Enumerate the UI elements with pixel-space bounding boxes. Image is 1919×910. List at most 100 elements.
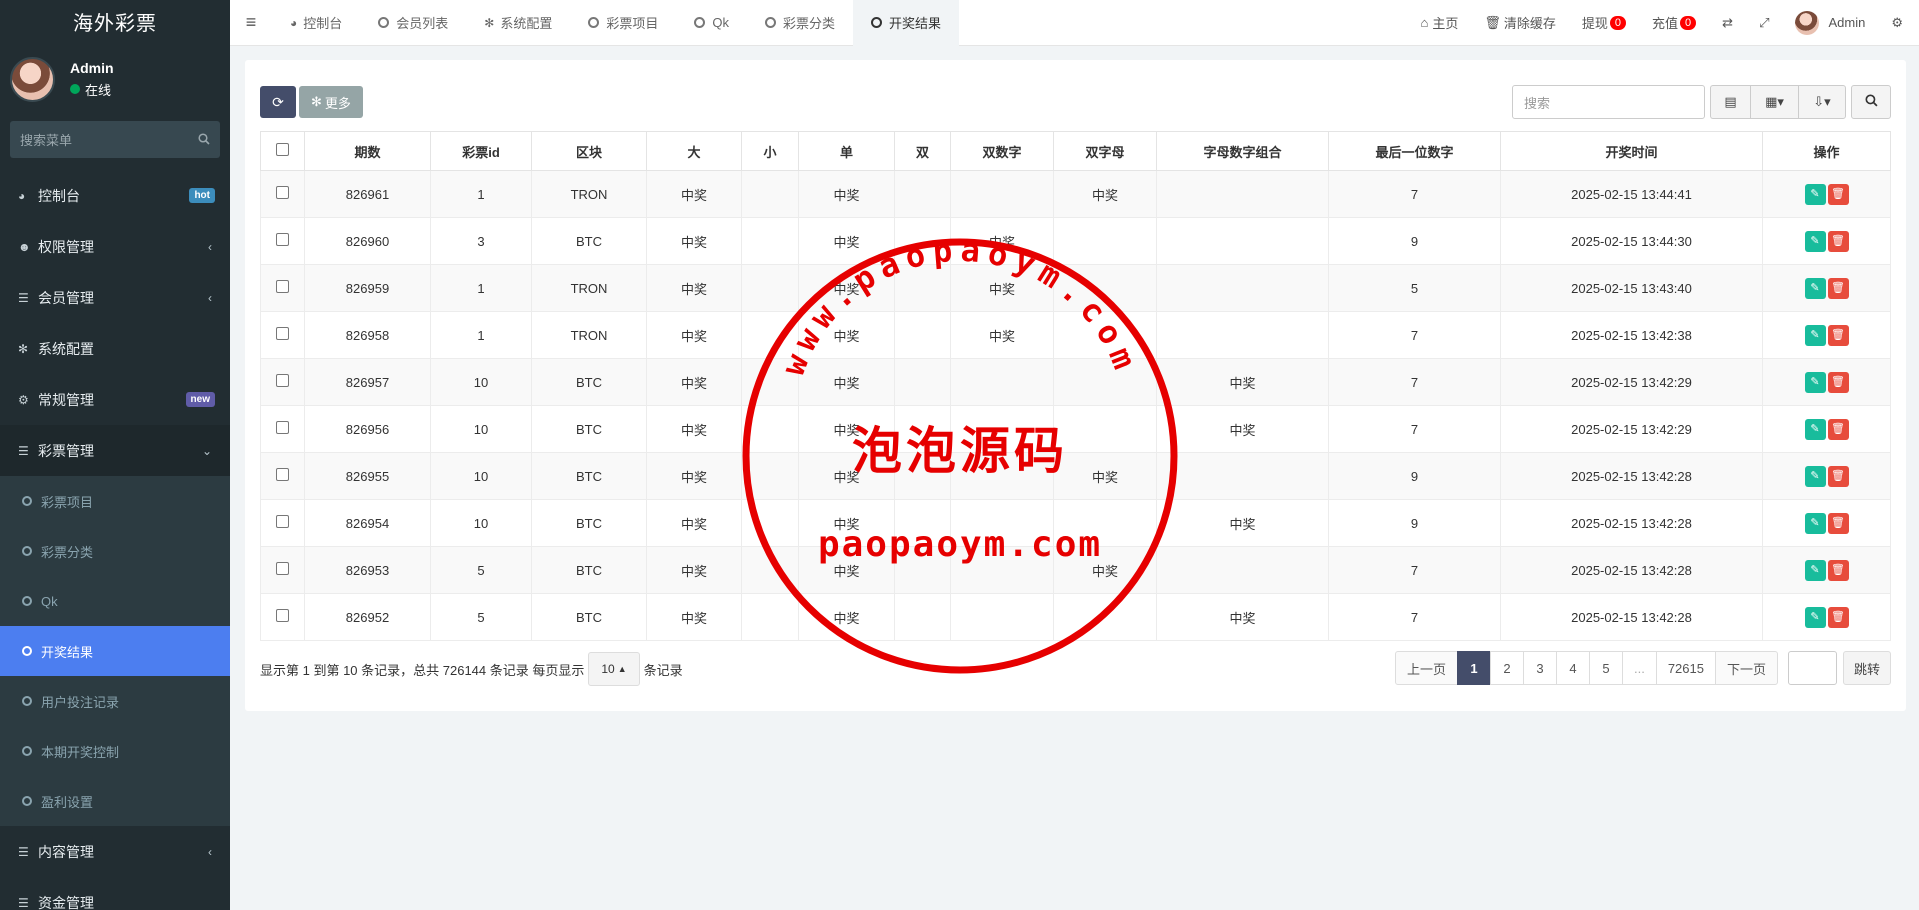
sidebar-item-members[interactable]: ☰ 会员管理 ‹ (0, 272, 230, 323)
table-row[interactable]: 826958 1 TRON 中奖 中奖 中奖 7 2025-02-15 13:42:38 ✎ 🗑 (260, 311, 1891, 359)
delete-button[interactable]: 🗑 (1827, 559, 1849, 581)
page-button[interactable]: 4 (1555, 651, 1590, 685)
row-checkbox[interactable] (276, 233, 289, 246)
row-select-cell[interactable] (260, 311, 305, 359)
col-draw-time[interactable]: 开奖时间 (1500, 131, 1763, 171)
col-lottery-id[interactable]: 彩票id (430, 131, 532, 171)
prev-page-button[interactable]: 上一页 (1394, 651, 1458, 685)
table-row[interactable]: 826954 10 BTC 中奖 中奖 中奖 9 2025-02-15 13:42:28 ✎ 🗑 (260, 499, 1891, 547)
sidebar-item-dashboard[interactable]: ◕ 控制台 hot (0, 170, 230, 221)
page-button[interactable]: 3 (1522, 651, 1557, 685)
col-big[interactable]: 大 (646, 131, 742, 171)
row-checkbox[interactable] (276, 609, 289, 622)
jump-page-input[interactable] (1787, 651, 1837, 685)
columns-button[interactable]: ▦▾ (1750, 85, 1798, 119)
edit-button[interactable]: ✎ (1804, 559, 1826, 581)
sidebar-subitem-lottery-categories[interactable]: 彩票分类 (0, 526, 230, 576)
edit-button[interactable]: ✎ (1804, 277, 1826, 299)
user-menu[interactable]: Admin (1782, 10, 1878, 35)
page-button[interactable]: 72615 (1655, 651, 1716, 685)
row-select-cell[interactable] (260, 358, 305, 406)
sidebar-subitem-lottery-projects[interactable]: 彩票项目 (0, 476, 230, 526)
select-all-checkbox[interactable] (276, 143, 289, 156)
page-button[interactable]: 1 (1456, 651, 1491, 685)
tab-draw-results[interactable]: 开奖结果 (853, 0, 960, 46)
sidebar-subitem-bet-records[interactable]: 用户投注记录 (0, 676, 230, 726)
sidebar-item-system-config[interactable]: ✻ 系统配置 (0, 323, 230, 374)
row-checkbox[interactable] (276, 515, 289, 528)
col-double-letter[interactable]: 双字母 (1053, 131, 1157, 171)
table-row[interactable]: 826952 5 BTC 中奖 中奖 中奖 7 2025-02-15 13:42:28 ✎ 🗑 (260, 593, 1891, 641)
row-select-cell[interactable] (260, 546, 305, 594)
row-checkbox[interactable] (276, 280, 289, 293)
export-button[interactable]: ⇩▾ (1798, 85, 1846, 119)
toggle-view-button[interactable]: ▤ (1710, 85, 1750, 119)
sidebar-item-funds[interactable]: ☰ 资金管理 (0, 877, 230, 910)
page-button[interactable]: 2 (1489, 651, 1524, 685)
sidebar-item-content[interactable]: ☰ 内容管理 ‹ (0, 826, 230, 877)
delete-button[interactable]: 🗑 (1827, 512, 1849, 534)
delete-button[interactable]: 🗑 (1827, 324, 1849, 346)
menu-toggle-icon[interactable]: ≡ (230, 12, 272, 33)
more-button[interactable]: ✻ 更多 (299, 86, 363, 118)
settings-icon[interactable]: ⚙ (1878, 15, 1919, 31)
home-link[interactable]: ⌂ 主页 (1407, 13, 1471, 32)
row-select-cell[interactable] (260, 170, 305, 218)
row-select-cell[interactable] (260, 499, 305, 547)
table-row[interactable]: 826955 10 BTC 中奖 中奖 中奖 9 2025-02-15 13:42:28 ✎ 🗑 (260, 452, 1891, 500)
language-icon[interactable]: ⇄ (1709, 15, 1746, 31)
delete-button[interactable]: 🗑 (1827, 465, 1849, 487)
col-odd[interactable]: 单 (798, 131, 895, 171)
col-last-digit[interactable]: 最后一位数字 (1328, 131, 1501, 171)
edit-button[interactable]: ✎ (1804, 606, 1826, 628)
edit-button[interactable]: ✎ (1804, 512, 1826, 534)
row-checkbox[interactable] (276, 562, 289, 575)
sidebar-item-permissions[interactable]: ☻ 权限管理 ‹ (0, 221, 230, 272)
table-row[interactable]: 826957 10 BTC 中奖 中奖 中奖 7 2025-02-15 13:42:29 ✎ 🗑 (260, 358, 1891, 406)
row-checkbox[interactable] (276, 421, 289, 434)
tab-system-config[interactable]: ✻ 系统配置 (466, 0, 570, 46)
col-period[interactable]: 期数 (304, 131, 431, 171)
table-row[interactable]: 826959 1 TRON 中奖 中奖 中奖 5 2025-02-15 13:43:40 ✎ 🗑 (260, 264, 1891, 312)
sidebar-subitem-profit-settings[interactable]: 盈利设置 (0, 776, 230, 826)
delete-button[interactable]: 🗑 (1827, 183, 1849, 205)
sidebar-item-general[interactable]: ⚙ 常规管理 new (0, 374, 230, 425)
delete-button[interactable]: 🗑 (1827, 371, 1849, 393)
table-row[interactable]: 826960 3 BTC 中奖 中奖 中奖 9 2025-02-15 13:44:30 ✎ 🗑 (260, 217, 1891, 265)
tab-dashboard[interactable]: ◕ 控制台 (272, 0, 360, 46)
table-row[interactable]: 826961 1 TRON 中奖 中奖 中奖 7 2025-02-15 13:44:41 ✎ 🗑 (260, 170, 1891, 218)
tab-member-list[interactable]: 会员列表 (360, 0, 466, 46)
page-size-select[interactable]: 10 ▲ (588, 652, 640, 686)
table-row[interactable]: 826956 10 BTC 中奖 中奖 中奖 7 2025-02-15 13:42:29 ✎ 🗑 (260, 405, 1891, 453)
tab-qk[interactable]: Qk (676, 0, 747, 46)
select-all-header[interactable] (260, 131, 305, 171)
row-select-cell[interactable] (260, 217, 305, 265)
recharge-link[interactable]: 充值 0 (1639, 13, 1709, 32)
row-checkbox[interactable] (276, 374, 289, 387)
col-block[interactable]: 区块 (531, 131, 647, 171)
col-alnum-combo[interactable]: 字母数字组合 (1156, 131, 1329, 171)
row-select-cell[interactable] (260, 452, 305, 500)
delete-button[interactable]: 🗑 (1827, 606, 1849, 628)
row-select-cell[interactable] (260, 264, 305, 312)
tab-lottery-projects[interactable]: 彩票项目 (570, 0, 676, 46)
delete-button[interactable]: 🗑 (1827, 277, 1849, 299)
delete-button[interactable]: 🗑 (1827, 230, 1849, 252)
edit-button[interactable]: ✎ (1804, 418, 1826, 440)
tab-lottery-categories[interactable]: 彩票分类 (747, 0, 853, 46)
col-small[interactable]: 小 (741, 131, 799, 171)
table-row[interactable]: 826953 5 BTC 中奖 中奖 中奖 7 2025-02-15 13:42:28 ✎ 🗑 (260, 546, 1891, 594)
menu-search-input[interactable]: 搜索菜单 (10, 121, 220, 158)
fullscreen-icon[interactable]: ⤢ (1746, 15, 1782, 31)
row-select-cell[interactable] (260, 593, 305, 641)
clear-cache-button[interactable]: 🗑 清除缓存 (1471, 13, 1569, 32)
edit-button[interactable]: ✎ (1804, 371, 1826, 393)
refresh-button[interactable]: ⟳ (260, 86, 296, 118)
withdraw-link[interactable]: 提现 0 (1569, 13, 1639, 32)
col-even[interactable]: 双 (894, 131, 951, 171)
edit-button[interactable]: ✎ (1804, 230, 1826, 252)
table-search-input[interactable]: 搜索 (1512, 85, 1705, 119)
page-button[interactable]: 5 (1588, 651, 1623, 685)
edit-button[interactable]: ✎ (1804, 183, 1826, 205)
sidebar-subitem-draw-results[interactable]: 开奖结果 (0, 626, 230, 676)
